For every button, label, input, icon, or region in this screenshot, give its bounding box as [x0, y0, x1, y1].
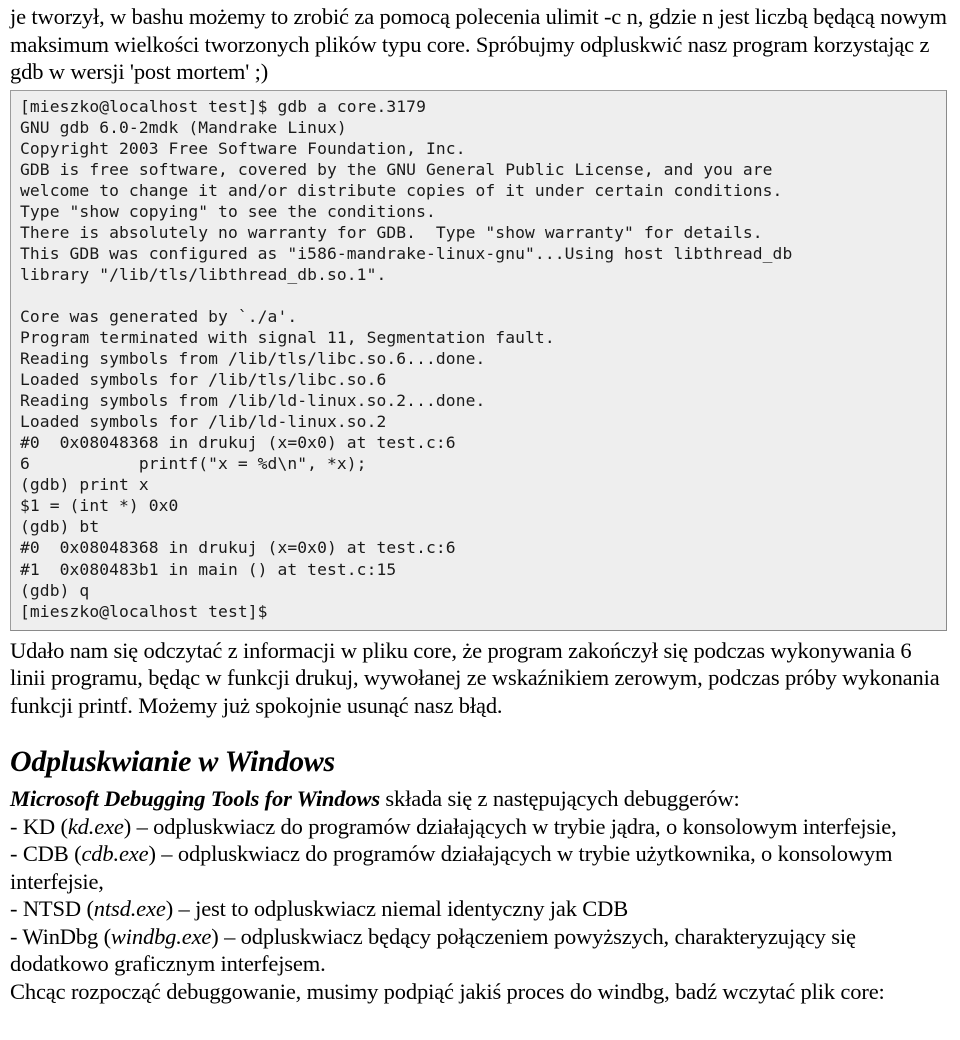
debugger-cdb-prefix: - CDB (	[10, 841, 82, 867]
terminal-text: [mieszko@localhost test]$ gdb a core.317…	[20, 96, 793, 621]
intro-paragraph: je tworzył, w bashu możemy to zrobić za …	[10, 4, 947, 84]
debugger-windbg-prefix: - WinDbg (	[10, 923, 111, 949]
debugger-list-item-kd: - KD (kd.exe) – odpluskwiacz do programó…	[10, 813, 952, 841]
debugger-kd-exe: kd.exe	[67, 813, 124, 839]
debugger-list-item-ntsd: - NTSD (ntsd.exe) – jest to odpluskwiacz…	[10, 895, 952, 923]
tools-intro-rest: składa się z następujących debuggerów:	[379, 786, 740, 812]
terminal-output: [mieszko@localhost test]$ gdb a core.317…	[20, 96, 938, 622]
paragraph-after-terminal: Udało nam się odczytać z informacji w pl…	[10, 637, 940, 718]
debugger-ntsd-suffix: ) – jest to odpluskwiacz niemal identycz…	[165, 896, 629, 922]
terminal-code-block: [mieszko@localhost test]$ gdb a core.317…	[10, 89, 947, 631]
debugger-ntsd-exe: ntsd.exe	[93, 896, 166, 922]
document-page: je tworzył, w bashu możemy to zrobić za …	[0, 0, 960, 1040]
closing-line: Chcąc rozpocząć debuggowanie, musimy pod…	[10, 978, 885, 1004]
tools-intro-line: Microsoft Debugging Tools for Windows sk…	[10, 785, 952, 813]
debugger-list-item-windbg: - WinDbg (windbg.exe) – odpluskwiacz będ…	[10, 923, 952, 978]
section-heading-odpluskwianie-w-windows: Odpluskwianie w Windows	[10, 745, 335, 779]
debugger-kd-prefix: - KD (	[10, 813, 68, 839]
debugger-kd-suffix: ) – odpluskwiacz do programów działający…	[123, 813, 897, 839]
debugger-cdb-exe: cdb.exe	[81, 841, 149, 867]
debugger-ntsd-prefix: - NTSD (	[10, 896, 94, 922]
tools-intro-strong: Microsoft Debugging Tools for Windows	[10, 786, 380, 812]
debugger-windbg-exe: windbg.exe	[110, 923, 212, 949]
debugger-list-item-cdb: - CDB (cdb.exe) – odpluskwiacz do progra…	[10, 840, 952, 895]
